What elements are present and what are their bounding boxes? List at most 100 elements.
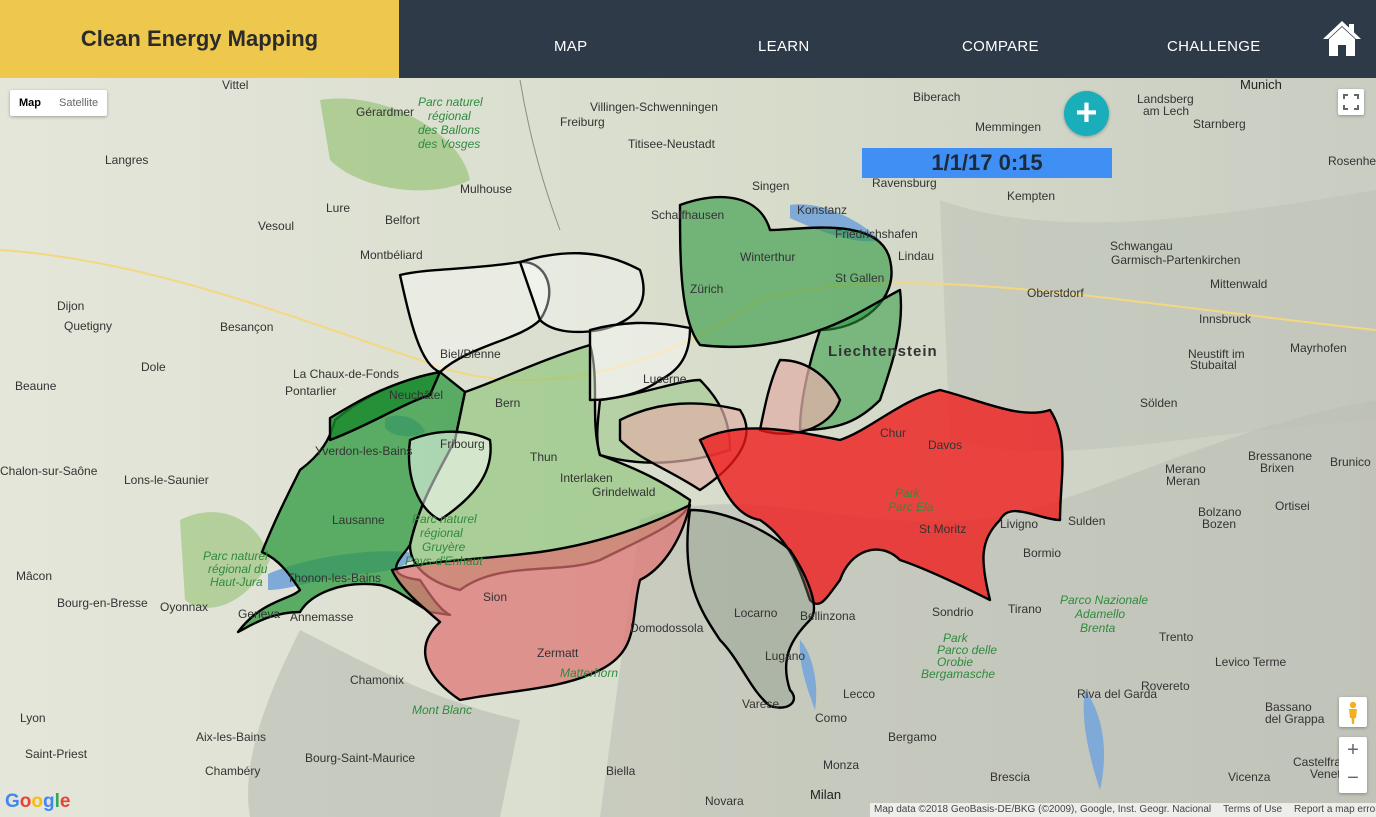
fullscreen-icon[interactable] <box>1338 89 1364 115</box>
place-label: Pontarlier <box>285 384 336 398</box>
park-label: Parc naturel <box>203 549 268 563</box>
park-label: Haut-Jura <box>210 575 263 589</box>
place-label: Novara <box>705 794 744 808</box>
place-label: Meran <box>1166 474 1200 488</box>
place-label: Ortisei <box>1275 499 1310 513</box>
park-label: régional <box>420 526 463 540</box>
place-label: Lindau <box>898 249 934 263</box>
place-label: Mayrhofen <box>1290 341 1347 355</box>
nav-challenge[interactable]: CHALLENGE <box>1167 38 1261 55</box>
place-label: Ravensburg <box>872 176 937 190</box>
place-label: Beaune <box>15 379 57 393</box>
park-label: Bergamasche <box>921 667 995 681</box>
place-label: La Chaux-de-Fonds <box>293 367 399 381</box>
zoom-in-button[interactable]: + <box>1339 737 1367 765</box>
place-label: Neuchâtel <box>389 388 443 402</box>
place-label: Zermatt <box>537 646 579 660</box>
park-label: Parc naturel <box>412 512 477 526</box>
place-label: Konstanz <box>797 203 847 217</box>
place-label: Aix-les-Bains <box>196 730 266 744</box>
place-label: Starnberg <box>1193 117 1246 131</box>
place-label: del Grappa <box>1265 712 1325 726</box>
place-label: Bellinzona <box>800 609 856 623</box>
park-label: Parc Ela <box>888 500 934 514</box>
place-label: Garmisch-Partenkirchen <box>1111 253 1240 267</box>
place-label: Lecco <box>843 687 875 701</box>
place-label: Stubaital <box>1190 358 1237 372</box>
place-label: Bergamo <box>888 730 937 744</box>
place-label: Oberstdorf <box>1027 286 1084 300</box>
terms-link[interactable]: Terms of Use <box>1223 804 1282 816</box>
place-label: Lons-le-Saunier <box>124 473 209 487</box>
park-label: régional du <box>208 562 268 576</box>
place-label: Munich <box>1240 78 1282 92</box>
map-type-control: Map Satellite <box>10 90 108 116</box>
place-label: Montbéliard <box>360 248 423 262</box>
place-label: Thonon-les-Bains <box>287 571 381 585</box>
place-label: Vittel <box>222 78 248 92</box>
place-label: Chambéry <box>205 764 260 778</box>
nav-compare[interactable]: COMPARE <box>962 38 1039 55</box>
place-label: Bourg-en-Bresse <box>57 596 148 610</box>
place-label: Livigno <box>1000 517 1038 531</box>
place-label: Oyonnax <box>160 600 208 614</box>
place-label: Saint-Priest <box>25 747 88 761</box>
place-label: Zürich <box>690 282 723 296</box>
place-label: Titisee-Neustadt <box>628 137 716 151</box>
place-label: Thun <box>530 450 557 464</box>
place-label: Lucerne <box>643 372 687 386</box>
place-label: Davos <box>928 438 962 452</box>
place-label: Sion <box>483 590 507 604</box>
place-label: Fribourg <box>440 437 485 451</box>
place-label: Lure <box>326 201 350 215</box>
park-label: des Vosges <box>418 137 480 151</box>
place-label: Biel/Bienne <box>440 347 501 361</box>
park-label: des Ballons <box>418 123 480 137</box>
park-label: Park <box>895 486 921 500</box>
place-label: Langres <box>105 153 148 167</box>
place-label: Sondrio <box>932 605 974 619</box>
place-label: Biberach <box>913 90 960 104</box>
place-label: Chalon-sur-Saône <box>0 464 98 478</box>
place-label: Kempten <box>1007 189 1055 203</box>
place-label: Besançon <box>220 320 273 334</box>
attribution-data: Map data ©2018 GeoBasis-DE/BKG (©2009), … <box>874 804 1212 815</box>
place-label: Memmingen <box>975 120 1041 134</box>
park-label: régional <box>428 109 471 123</box>
nav-map[interactable]: MAP <box>554 38 587 55</box>
place-label: Dole <box>141 360 166 374</box>
park-label: Parc naturel <box>418 95 483 109</box>
report-error-link[interactable]: Report a map error <box>1294 804 1376 816</box>
place-label: Bourg-Saint-Maurice <box>305 751 415 765</box>
place-label: Vicenza <box>1228 770 1271 784</box>
place-label: Freiburg <box>560 115 605 129</box>
map-attribution: Map data ©2018 GeoBasis-DE/BKG (©2009), … <box>870 803 1376 817</box>
plus-icon[interactable]: + <box>1064 91 1109 136</box>
place-label: Annemasse <box>290 610 354 624</box>
nav-learn[interactable]: LEARN <box>758 38 810 55</box>
park-label: Parco Nazionale <box>1060 593 1148 607</box>
zoom-out-button[interactable]: − <box>1339 765 1367 793</box>
place-label: St Gallen <box>835 271 884 285</box>
place-label: Interlaken <box>560 471 613 485</box>
place-label: Locarno <box>734 606 778 620</box>
place-label: Grindelwald <box>592 485 655 499</box>
zoom-control: + − <box>1339 737 1367 793</box>
map-type-map[interactable]: Map <box>10 90 50 116</box>
map-type-satellite[interactable]: Satellite <box>50 90 107 116</box>
place-label: Milan <box>810 787 841 802</box>
place-label: Trento <box>1159 630 1194 644</box>
place-label: Singen <box>752 179 789 193</box>
place-label: Bern <box>495 396 520 410</box>
park-label: Matterhorn <box>560 666 618 680</box>
timestamp-display: 1/1/17 0:15 <box>862 148 1112 178</box>
home-icon[interactable] <box>1322 20 1362 58</box>
street-view-pegman-icon[interactable] <box>1339 697 1367 727</box>
place-label: Tirano <box>1008 602 1042 616</box>
brand[interactable]: Clean Energy Mapping <box>0 0 399 78</box>
place-label: Geneva <box>238 607 280 621</box>
place-label: Sölden <box>1140 396 1177 410</box>
place-label: Rovereto <box>1141 679 1190 693</box>
map-canvas[interactable]: Vittel Gérardmer Freiburg Villingen-Schwenn… <box>0 78 1376 817</box>
place-label: Domodossola <box>630 621 704 635</box>
